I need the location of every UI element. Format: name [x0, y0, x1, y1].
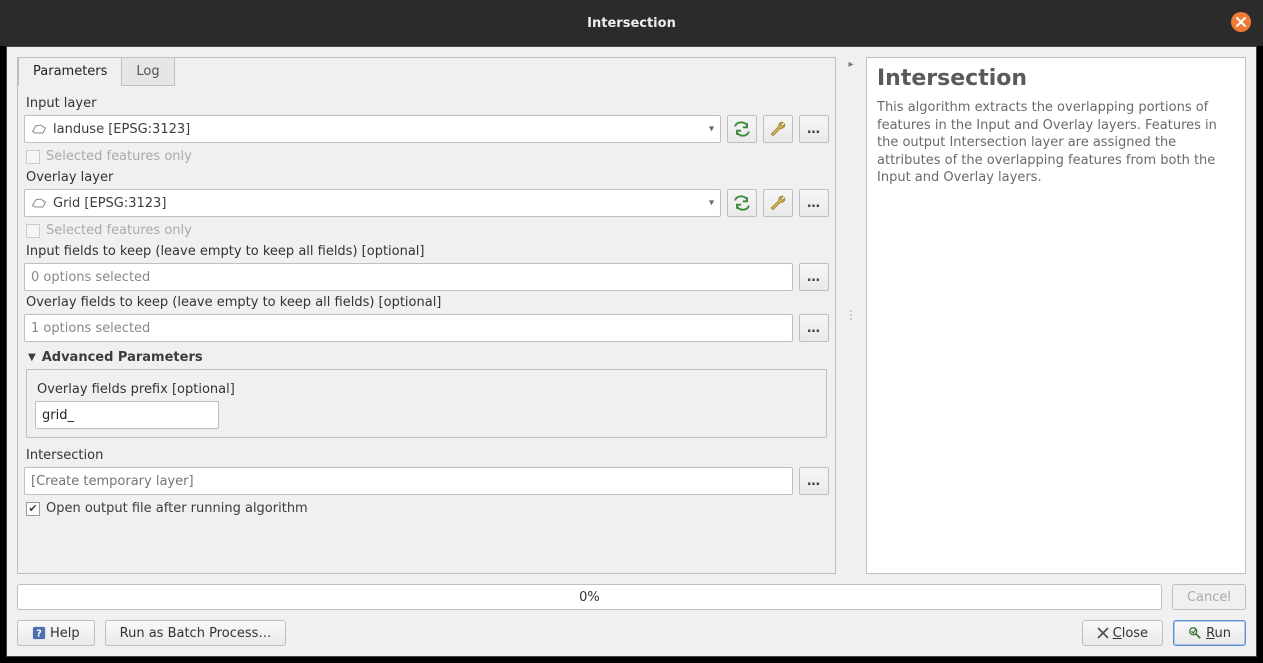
close-button[interactable]: Close [1082, 620, 1163, 646]
input-fields-display[interactable]: 0 options selected [24, 263, 793, 291]
window-title: Intersection [587, 16, 676, 31]
open-output-row[interactable]: ✔ Open output file after running algorit… [26, 501, 829, 516]
overlay-selected-only-checkbox [26, 224, 40, 238]
overlay-prefix-input[interactable] [35, 401, 219, 429]
progress-bar: 0% [17, 584, 1162, 610]
panel-splitter[interactable]: ▸ ··· [846, 57, 856, 574]
iterate-features-button[interactable] [727, 115, 757, 143]
dropdown-arrow-icon: ▾ [709, 198, 714, 209]
output-label: Intersection [26, 448, 829, 463]
overlay-layer-combo[interactable]: Grid [EPSG:3123] ▾ [24, 189, 721, 217]
run-batch-button[interactable]: Run as Batch Process… [105, 620, 287, 646]
help-title: Intersection [877, 66, 1235, 91]
browse-overlay-button[interactable]: … [799, 189, 829, 217]
parameters-body: Input layer landuse [EPSG:3123] ▾ [18, 86, 835, 573]
polygon-layer-icon [31, 123, 47, 135]
chevron-down-icon: ▼ [28, 352, 36, 363]
overlay-fields-label: Overlay fields to keep (leave empty to k… [26, 295, 829, 310]
input-selected-only-label: Selected features only [46, 149, 192, 164]
help-panel: Intersection This algorithm extracts the… [866, 57, 1246, 574]
iterate-features-button[interactable] [727, 189, 757, 217]
help-button[interactable]: ? Help [17, 620, 95, 646]
ellipsis-icon: … [807, 196, 821, 211]
advanced-options-button[interactable] [763, 115, 793, 143]
advanced-parameters-label: Advanced Parameters [42, 350, 203, 365]
overlay-selected-only-row: Selected features only [26, 223, 829, 238]
advanced-options-button[interactable] [763, 189, 793, 217]
chevron-right-icon: ▸ [848, 59, 853, 70]
help-button-label: Help [50, 626, 80, 641]
splitter-grip-icon: ··· [849, 310, 853, 322]
progress-text: 0% [579, 590, 600, 605]
help-body: This algorithm extracts the overlapping … [877, 99, 1235, 187]
overlay-selected-only-label: Selected features only [46, 223, 192, 238]
browse-input-button[interactable]: … [799, 115, 829, 143]
ellipsis-icon: … [807, 321, 821, 336]
output-browse-button[interactable]: … [799, 467, 829, 495]
overlay-fields-display[interactable]: 1 options selected [24, 314, 793, 342]
dialog-window: Intersection Parameters Log Input layer … [0, 0, 1263, 663]
advanced-parameters-body: Overlay fields prefix [optional] [26, 369, 827, 438]
main-row: Parameters Log Input layer landuse [EPSG… [7, 47, 1256, 574]
parameters-panel: Parameters Log Input layer landuse [EPSG… [17, 57, 836, 574]
overlay-fields-value: 1 options selected [31, 321, 150, 336]
overlay-layer-value: Grid [EPSG:3123] [53, 196, 166, 211]
bottom-bar: 0% Cancel ? Help Run as Batch Process… C… [7, 574, 1256, 656]
input-layer-label: Input layer [26, 96, 829, 111]
dialog-client: Parameters Log Input layer landuse [EPSG… [6, 46, 1257, 657]
ellipsis-icon: … [807, 122, 821, 137]
svg-text:?: ? [36, 629, 42, 640]
output-destination-input[interactable] [24, 467, 793, 495]
cancel-button: Cancel [1172, 584, 1246, 610]
iterate-icon [732, 194, 752, 212]
wrench-icon [768, 119, 788, 139]
open-output-checkbox[interactable]: ✔ [26, 502, 40, 516]
ellipsis-icon: … [807, 270, 821, 285]
input-layer-value: landuse [EPSG:3123] [53, 122, 190, 137]
overlay-fields-browse-button[interactable]: … [799, 314, 829, 342]
close-button-label: Close [1113, 626, 1148, 641]
input-fields-value: 0 options selected [31, 270, 150, 285]
tab-parameters[interactable]: Parameters [18, 57, 122, 86]
run-icon [1188, 626, 1202, 640]
input-selected-only-checkbox [26, 150, 40, 164]
close-window-button[interactable] [1231, 12, 1251, 32]
close-icon [1097, 627, 1109, 639]
wrench-icon [768, 193, 788, 213]
open-output-label: Open output file after running algorithm [46, 501, 308, 516]
ellipsis-icon: … [807, 474, 821, 489]
overlay-layer-label: Overlay layer [26, 170, 829, 185]
input-fields-label: Input fields to keep (leave empty to kee… [26, 244, 829, 259]
tab-bar: Parameters Log [18, 57, 835, 86]
help-icon: ? [32, 626, 46, 640]
tab-log[interactable]: Log [121, 57, 174, 86]
titlebar: Intersection [0, 0, 1263, 46]
input-fields-browse-button[interactable]: … [799, 263, 829, 291]
dropdown-arrow-icon: ▾ [709, 124, 714, 135]
input-selected-only-row: Selected features only [26, 149, 829, 164]
polygon-layer-icon [31, 197, 47, 209]
input-layer-combo[interactable]: landuse [EPSG:3123] ▾ [24, 115, 721, 143]
run-button-label: Run [1206, 626, 1231, 641]
advanced-parameters-toggle[interactable]: ▼ Advanced Parameters [28, 350, 829, 365]
run-button[interactable]: Run [1173, 620, 1246, 646]
overlay-prefix-label: Overlay fields prefix [optional] [37, 382, 818, 397]
iterate-icon [732, 120, 752, 138]
